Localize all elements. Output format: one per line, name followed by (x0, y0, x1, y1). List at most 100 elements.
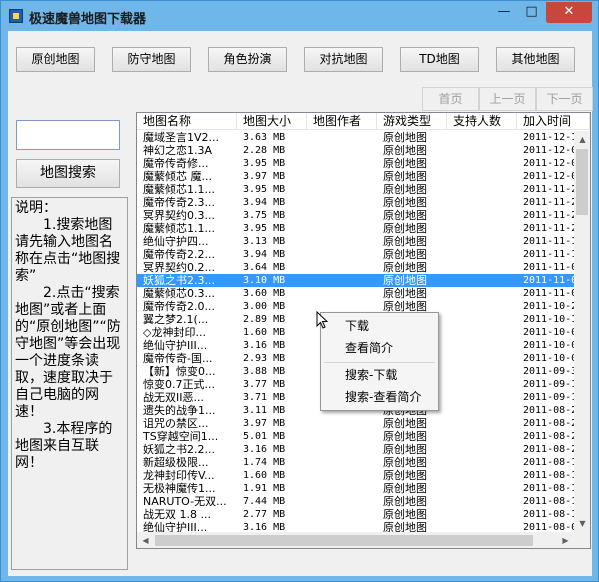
category-button-defense[interactable]: 防守地图 (112, 47, 191, 72)
column-header-name[interactable]: 地图名称 (137, 113, 237, 130)
menu-item-search-download[interactable]: 搜索-下载 (345, 365, 397, 385)
next-page-button[interactable]: 下一页 (536, 87, 593, 111)
first-page-button[interactable]: 首页 (422, 87, 479, 111)
column-header-author[interactable]: 地图作者 (307, 113, 377, 130)
horizontal-scrollbar[interactable]: ◀ ▶ (137, 532, 574, 548)
cell-players (447, 378, 517, 391)
cell-players (447, 170, 517, 183)
close-button[interactable]: ✕ (546, 2, 592, 23)
table-row[interactable]: 魔帝传奇修... 3.95 MB 原创地图 2011-12-0 (137, 157, 577, 170)
cell-size: 3.00 MB (243, 301, 286, 312)
search-input[interactable] (16, 120, 120, 150)
cell-author (307, 196, 377, 209)
cell-players (447, 508, 517, 521)
cell-size: 1.60 MB (243, 327, 286, 338)
table-row[interactable]: 魔蘩倾芯1.1... 3.95 MB 原创地图 2011-11-2 (137, 183, 577, 196)
category-button-other[interactable]: 其他地图 (496, 47, 575, 72)
table-row[interactable]: 魔域圣言1V2... 3.63 MB 原创地图 2011-12-1 (137, 131, 577, 144)
cell-size: 3.10 MB (243, 275, 286, 286)
table-row[interactable]: 魔蘩倾芯1.1... 3.95 MB 原创地图 2011-11-2 (137, 222, 577, 235)
table-row[interactable]: 冥界契约0.3... 3.75 MB 原创地图 2011-11-2 (137, 209, 577, 222)
menu-item-download[interactable]: 下载 (345, 316, 369, 336)
menu-item-search-view-intro[interactable]: 搜索-查看简介 (345, 387, 421, 407)
table-row[interactable]: 魔帝传奇2.3... 3.94 MB 原创地图 2011-11-2 (137, 196, 577, 209)
table-row[interactable]: 神幻之恋1.3A 2.28 MB 原创地图 2011-12-0 (137, 144, 577, 157)
cell-name: 绝仙守护四... (143, 235, 209, 248)
cell-name: 魔蘩倾芯1.1... (143, 222, 215, 235)
cell-players (447, 417, 517, 430)
cell-name: 妖狐之书2.3... (143, 274, 215, 287)
vertical-scroll-thumb[interactable] (576, 149, 588, 215)
category-button-versus[interactable]: 对抗地图 (304, 47, 383, 72)
table-row[interactable]: 妖狐之书2.3... 3.10 MB 原创地图 2011-11-0 (137, 274, 577, 287)
table-row[interactable]: 魔蘩倾芯 魔... 3.97 MB 原创地图 2011-12-0 (137, 170, 577, 183)
category-button-td[interactable]: TD地图 (400, 47, 479, 72)
table-row[interactable]: 妖狐之书2.2... 3.16 MB 原创地图 2011-08-2 (137, 443, 577, 456)
cell-size: 3.88 MB (243, 366, 286, 377)
cell-players (447, 365, 517, 378)
scroll-down-arrow-icon[interactable]: ▼ (574, 515, 590, 532)
cell-author (307, 456, 377, 469)
menu-item-view-intro[interactable]: 查看简介 (345, 338, 393, 358)
scroll-left-arrow-icon[interactable]: ◀ (137, 532, 154, 548)
column-header-type[interactable]: 游戏类型 (377, 113, 447, 130)
cell-size: 3.77 MB (243, 379, 286, 390)
category-button-rpg[interactable]: 角色扮演 (208, 47, 287, 72)
table-row[interactable]: 魔蘩倾芯0.3... 3.60 MB 原创地图 2011-11-0 (137, 287, 577, 300)
table-row[interactable]: 战无双 1.8 ... 2.77 MB 原创地图 2011-08-1 (137, 508, 577, 521)
cell-players (447, 287, 517, 300)
maximize-button[interactable]: □ (518, 2, 545, 23)
cell-author (307, 508, 377, 521)
table-row[interactable]: 冥界契约0.2... 3.64 MB 原创地图 2011-11-0 (137, 261, 577, 274)
cell-name: 魔帝传奇2.0... (143, 300, 215, 313)
vertical-scrollbar[interactable]: ▲ ▼ (574, 131, 590, 532)
cell-players (447, 404, 517, 417)
cell-size: 3.94 MB (243, 197, 286, 208)
title-bar[interactable]: 极速魔兽地图下载器 — □ ✕ (1, 1, 598, 31)
cell-players (447, 313, 517, 326)
scroll-right-arrow-icon[interactable]: ▶ (557, 532, 574, 548)
instructions-step-3: 3.本程序的地图来自互联网！ (15, 421, 113, 471)
instructions-heading: 说明： (15, 200, 57, 216)
cell-name: 翼之梦2.1(... (143, 313, 209, 326)
table-row[interactable]: 龙神封印传V... 1.60 MB 原创地图 2011-08-1 (137, 469, 577, 482)
scroll-up-arrow-icon[interactable]: ▲ (574, 131, 590, 148)
cell-players (447, 131, 517, 144)
cell-name: 战无双 1.8 ... (143, 508, 211, 521)
cell-type: 原创地图 (383, 287, 427, 300)
context-menu: 下载 查看简介 搜索-下载 搜索-查看简介 (320, 312, 439, 411)
cell-players (447, 456, 517, 469)
instructions-panel: 说明： 1.搜索地图请先输入地图名称在点击“地图搜索” 2.点击“搜索地图”或者… (11, 197, 128, 570)
column-header-players[interactable]: 支持人数 (447, 113, 517, 130)
search-button[interactable]: 地图搜索 (16, 159, 120, 188)
cell-name: 魔蘩倾芯0.3... (143, 287, 215, 300)
cell-author (307, 417, 377, 430)
table-row[interactable]: 新超级极限... 1.74 MB 原创地图 2011-08-1 (137, 456, 577, 469)
cell-name: 神幻之恋1.3A (143, 144, 213, 157)
cell-size: 1.74 MB (243, 457, 286, 468)
minimize-button[interactable]: — (491, 2, 517, 23)
table-row[interactable]: 魔帝传奇2.2... 3.94 MB 原创地图 2011-11-1 (137, 248, 577, 261)
cell-name: 魔域圣言1V2... (143, 131, 220, 144)
cell-type: 原创地图 (383, 235, 427, 248)
category-button-original[interactable]: 原创地图 (16, 47, 95, 72)
cell-players (447, 352, 517, 365)
cell-author (307, 430, 377, 443)
table-row[interactable]: 无极神魔传1... 1.91 MB 原创地图 2011-08-1 (137, 482, 577, 495)
scrollbar-corner (574, 532, 590, 548)
column-header-size[interactable]: 地图大小 (237, 113, 307, 130)
cell-type: 原创地图 (383, 482, 427, 495)
table-row[interactable]: TS穿越空间1... 5.01 MB 原创地图 2011-08-2 (137, 430, 577, 443)
table-row[interactable]: 绝仙守护四... 3.13 MB 原创地图 2011-11-1 (137, 235, 577, 248)
horizontal-scroll-thumb[interactable] (155, 535, 533, 546)
cell-author (307, 131, 377, 144)
column-header-date[interactable]: 加入时间 (517, 113, 590, 130)
cell-players (447, 274, 517, 287)
table-row[interactable]: 诅咒の禁区... 3.97 MB 原创地图 2011-08-2 (137, 417, 577, 430)
table-row[interactable]: NARUTO-无双... 7.44 MB 原创地图 2011-08-1 (137, 495, 577, 508)
cell-size: 5.01 MB (243, 431, 286, 442)
cell-name: 【新】惊变0... (143, 365, 216, 378)
cell-size: 3.75 MB (243, 210, 286, 221)
prev-page-button[interactable]: 上一页 (479, 87, 536, 111)
cell-author (307, 287, 377, 300)
